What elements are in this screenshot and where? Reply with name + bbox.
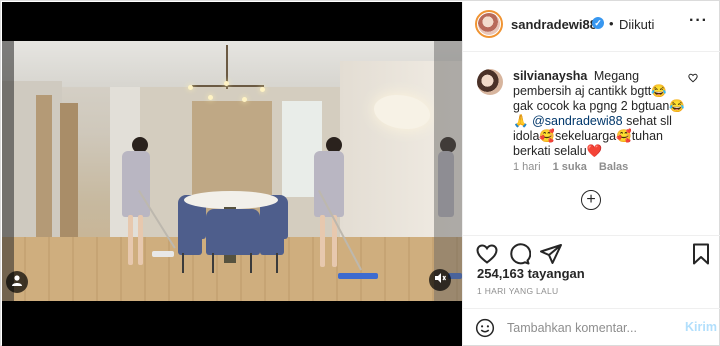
owner-username[interactable]: sandradewi88 (511, 17, 597, 32)
add-comment-bar: Kirim (463, 308, 720, 346)
post-comment-button[interactable]: Kirim (685, 320, 717, 334)
comment-input[interactable] (507, 318, 675, 338)
comment-meta: 1 hari 1 suka Balas (513, 161, 637, 173)
action-bar (463, 235, 720, 269)
user-tag-icon (11, 273, 23, 291)
commenter-username[interactable]: silvianaysha (513, 69, 587, 83)
comment-like-heart-icon[interactable] (688, 73, 698, 86)
header-separator: • (609, 16, 614, 31)
sound-toggle-button[interactable] (429, 269, 451, 291)
emoji-icon[interactable] (475, 318, 495, 338)
more-options-icon[interactable]: ··· (689, 12, 708, 30)
follow-status-button[interactable]: Diikuti (619, 17, 654, 32)
post-date[interactable]: 1 HARI YANG LALU (477, 286, 559, 296)
video-player[interactable] (2, 2, 462, 346)
speaker-muted-icon (434, 271, 447, 289)
post-frame: sandradewi88 ✓ • Diikuti ··· silvianaysh… (0, 0, 720, 346)
comment-mention-link[interactable]: @sandradewi88 (532, 114, 623, 128)
comments-list: silvianaysha Megang pembersih aj cantikk… (463, 53, 720, 235)
post-header: sandradewi88 ✓ • Diikuti ··· (463, 2, 720, 52)
video-frame-image (2, 41, 462, 301)
comment-icon[interactable] (507, 242, 532, 266)
comment-body: silvianaysha Megang pembersih aj cantikk… (513, 69, 685, 159)
load-more-comments-icon[interactable]: + (581, 190, 601, 210)
commenter-avatar[interactable] (477, 69, 503, 95)
user-tag-button[interactable] (6, 271, 28, 293)
comment-likes[interactable]: 1 suka (553, 161, 587, 173)
comment-reply-button[interactable]: Balas (599, 161, 628, 173)
verified-badge-icon: ✓ (592, 17, 604, 29)
share-icon[interactable] (539, 242, 563, 266)
heart-icon[interactable] (475, 242, 499, 266)
view-count[interactable]: 254,163 tayangan (477, 266, 585, 281)
bookmark-icon[interactable] (689, 242, 713, 266)
post-sidebar: sandradewi88 ✓ • Diikuti ··· silvianaysh… (462, 2, 720, 346)
owner-avatar[interactable] (475, 10, 503, 38)
comment-time: 1 hari (513, 161, 541, 173)
